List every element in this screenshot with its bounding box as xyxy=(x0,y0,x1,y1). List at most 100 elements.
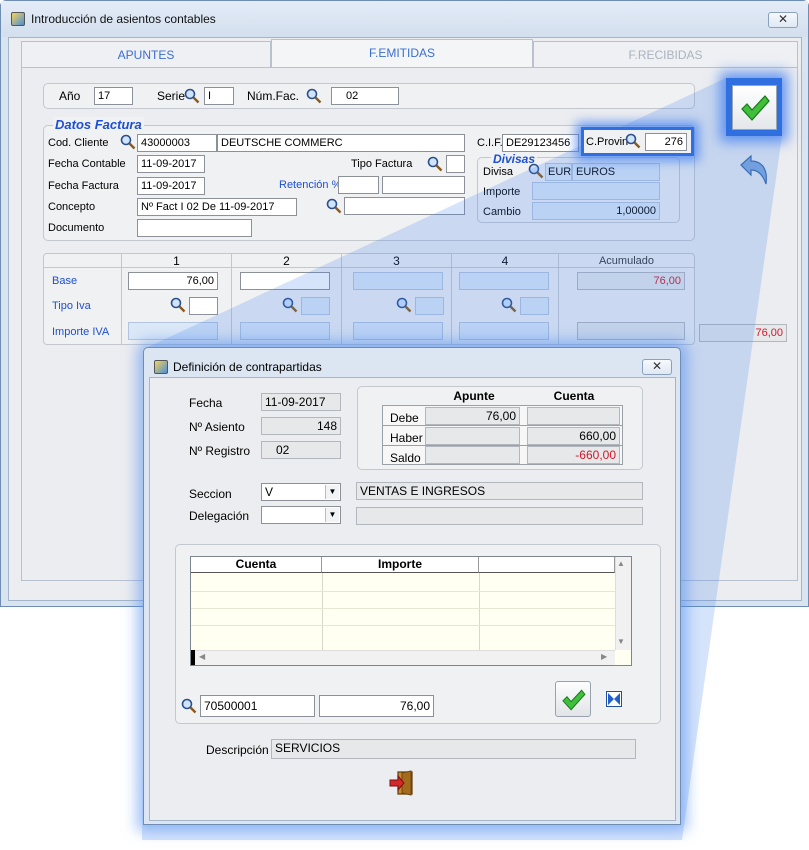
seccion-select[interactable]: V ▼ xyxy=(261,483,341,501)
seccion-desc: VENTAS E INGRESOS xyxy=(356,482,643,500)
scroll-up-icon[interactable]: ▲ xyxy=(617,559,625,568)
bowtie-icon xyxy=(608,693,620,705)
tipo-iva-4-input[interactable] xyxy=(520,297,549,315)
divider xyxy=(191,625,615,626)
tab-f-emitidas[interactable]: F.EMITIDAS xyxy=(271,39,533,67)
cambio-label: Cambio xyxy=(483,206,521,218)
cambio-input[interactable]: 1,00000 xyxy=(532,202,660,220)
anio-input[interactable]: 17 xyxy=(94,87,133,105)
tab-f-recibidas[interactable]: F.RECIBIDAS xyxy=(533,41,798,67)
base-3-input[interactable] xyxy=(353,272,443,290)
checkmark-icon xyxy=(562,689,586,711)
cuenta-input[interactable]: 70500001 xyxy=(200,695,315,717)
search-icon[interactable] xyxy=(170,297,186,313)
window-title: Introducción de asientos contables xyxy=(31,12,216,26)
documento-input[interactable] xyxy=(137,219,252,237)
fecha-label: Fecha xyxy=(189,396,223,410)
saldo-apunte xyxy=(425,446,520,464)
importe-iva-label: Importe IVA xyxy=(52,326,110,338)
documento-label: Documento xyxy=(48,222,105,234)
divider xyxy=(479,573,480,651)
haber-apunte xyxy=(425,427,520,445)
importe-divisa-label: Importe xyxy=(483,186,521,198)
retencion-input[interactable] xyxy=(338,176,379,194)
close-button[interactable]: ✕ xyxy=(768,12,798,28)
fecha-contable-input[interactable]: 11-09-2017 xyxy=(137,155,205,173)
anio-label: Año xyxy=(59,89,81,103)
base-2-input[interactable] xyxy=(240,272,330,290)
importe-input[interactable]: 76,00 xyxy=(319,695,434,717)
search-icon[interactable] xyxy=(306,88,322,104)
concepto2-input[interactable] xyxy=(344,197,465,215)
apunte-header: Apunte xyxy=(453,389,495,403)
cif-label: C.I.F. xyxy=(477,137,503,149)
divisa-code-input[interactable]: EUR xyxy=(545,163,572,181)
tab-apuntes[interactable]: APUNTES xyxy=(21,41,271,67)
search-icon[interactable] xyxy=(427,156,443,172)
cod-cliente-input[interactable]: 43000003 xyxy=(137,134,217,152)
undo-arrow-icon[interactable] xyxy=(738,153,770,187)
numfac-input[interactable]: 02 xyxy=(331,87,399,105)
debe-cuenta xyxy=(527,407,620,425)
importe-divisa-input[interactable] xyxy=(532,182,660,200)
horizontal-scrollbar[interactable] xyxy=(191,650,615,665)
dialog-close-button[interactable]: ✕ xyxy=(642,359,672,375)
importe-iva-3[interactable] xyxy=(353,322,443,340)
cod-cliente-label: Cod. Cliente xyxy=(48,137,109,149)
confirm-button[interactable] xyxy=(732,85,777,130)
tipo-iva-3-input[interactable] xyxy=(415,297,444,315)
chevron-down-icon[interactable]: ▼ xyxy=(325,508,339,522)
tipo-iva-2-input[interactable] xyxy=(301,297,330,315)
fecha-value: 11-09-2017 xyxy=(261,393,341,411)
divisa-name-input[interactable]: EUROS xyxy=(572,163,660,181)
divider xyxy=(191,608,615,609)
importe-iva-4[interactable] xyxy=(459,322,549,340)
saldo-label: Saldo xyxy=(390,451,421,465)
registro-value: 02 xyxy=(261,441,341,459)
search-icon[interactable] xyxy=(396,297,412,313)
importe-total: 76,00 xyxy=(699,324,787,342)
search-icon[interactable] xyxy=(625,133,641,149)
tipo-iva-1-input[interactable] xyxy=(189,297,218,315)
search-icon[interactable] xyxy=(181,698,197,714)
retencion-value-input[interactable] xyxy=(382,176,465,194)
serie-input[interactable]: I xyxy=(204,87,234,105)
asiento-label: Nº Asiento xyxy=(189,420,245,434)
search-icon[interactable] xyxy=(528,163,544,179)
cprovin-input[interactable]: 276 xyxy=(645,133,687,151)
row-indicator xyxy=(191,650,195,665)
divider xyxy=(322,573,323,651)
tipo-factura-label: Tipo Factura xyxy=(351,158,413,170)
search-icon[interactable] xyxy=(184,88,200,104)
seccion-label: Seccion xyxy=(189,487,232,501)
cif-input[interactable]: DE29123456 xyxy=(502,134,579,152)
search-icon[interactable] xyxy=(501,297,517,313)
fecha-factura-input[interactable]: 11-09-2017 xyxy=(137,177,205,195)
importe-iva-acumulado xyxy=(577,322,685,340)
delegacion-select[interactable]: ▼ xyxy=(261,506,341,524)
search-icon[interactable] xyxy=(282,297,298,313)
scroll-left-icon[interactable]: ◀ xyxy=(199,652,205,661)
cuenta-header: Cuenta xyxy=(553,389,595,403)
scroll-right-icon[interactable]: ▶ xyxy=(601,652,607,661)
scroll-down-icon[interactable]: ▼ xyxy=(617,637,625,646)
registro-label: Nº Registro xyxy=(189,444,251,458)
importe-iva-2[interactable] xyxy=(240,322,330,340)
importe-iva-1[interactable] xyxy=(128,322,218,340)
tipo-factura-input[interactable] xyxy=(446,155,465,173)
accept-line-button[interactable] xyxy=(555,681,591,717)
concepto-label: Concepto xyxy=(48,201,96,213)
iva-col-1: 1 xyxy=(173,254,180,268)
cprovin-label: C.Provin xyxy=(586,136,629,148)
saldo-cuenta: -660,00 xyxy=(527,446,620,464)
cancel-line-button[interactable] xyxy=(606,691,622,707)
search-icon[interactable] xyxy=(120,134,136,150)
search-icon[interactable] xyxy=(326,198,342,214)
exit-door-icon[interactable] xyxy=(389,769,417,797)
base-1-input[interactable]: 76,00 xyxy=(128,272,218,290)
descripcion-value: SERVICIOS xyxy=(271,739,636,759)
chevron-down-icon[interactable]: ▼ xyxy=(325,485,339,499)
concepto-input[interactable]: Nº Fact I 02 De 11-09-2017 xyxy=(137,198,297,216)
base-4-input[interactable] xyxy=(459,272,549,290)
cliente-nombre-input[interactable]: DEUTSCHE COMMERC xyxy=(217,134,465,152)
